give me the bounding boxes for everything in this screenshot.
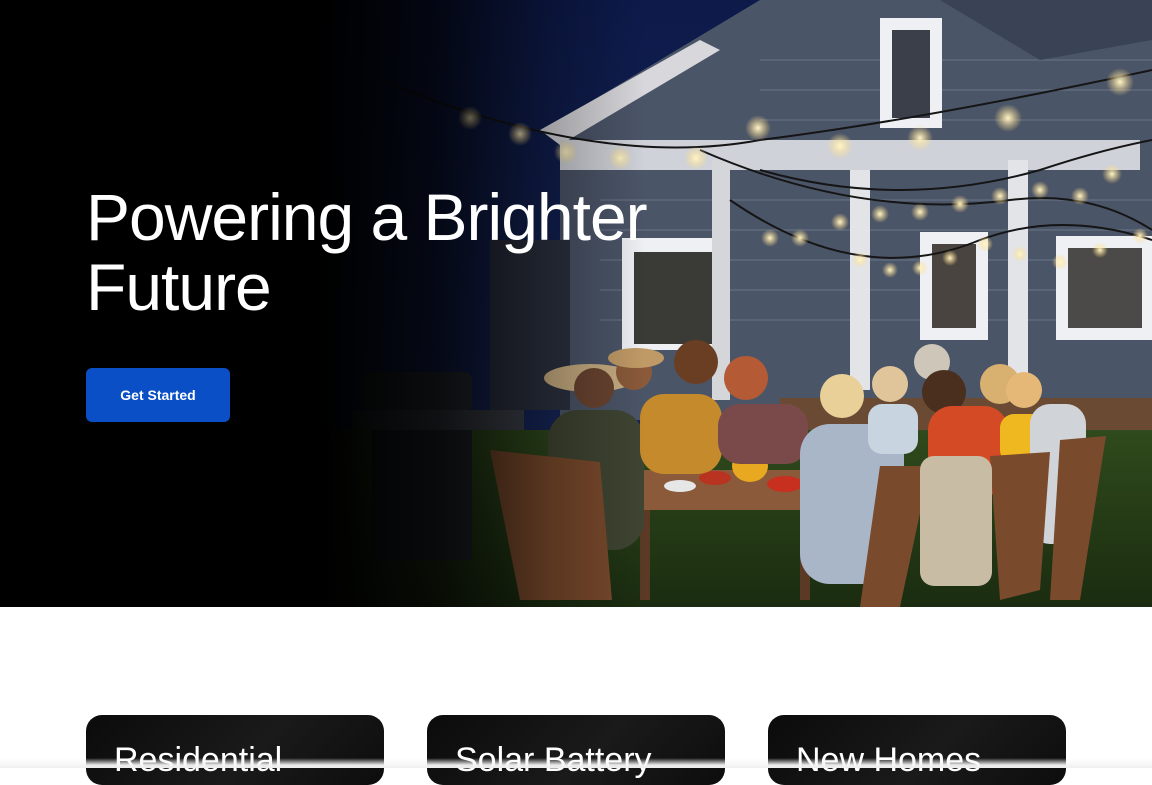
hero-title-line1: Powering a Brighter [86,180,648,254]
hero-title-line2: Future [86,250,272,324]
hero-banner: Powering a Brighter Future Get Started [0,0,1152,607]
card-solar-battery[interactable]: Solar Battery [427,715,725,785]
card-new-homes[interactable]: New Homes [768,715,1066,785]
hero-title: Powering a Brighter Future [86,180,648,324]
card-residential[interactable]: Residential [86,715,384,785]
get-started-button[interactable]: Get Started [86,368,230,422]
scroll-fade [0,758,1152,768]
